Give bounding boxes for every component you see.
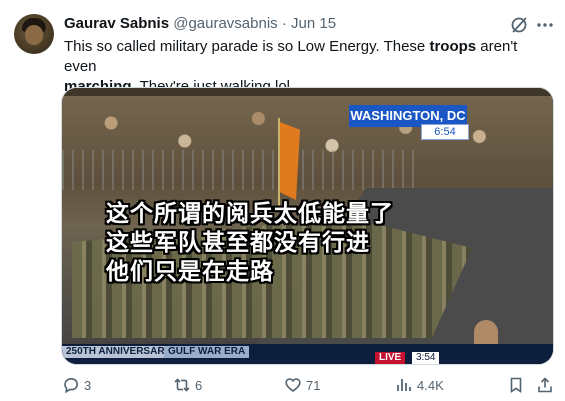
anniversary-label: 250TH ANNIVERSARY [62, 346, 175, 358]
like-button[interactable]: 71 [284, 373, 320, 397]
post-date[interactable]: Jun 15 [291, 15, 336, 32]
separator-dot: · [281, 15, 287, 32]
subtitle-line: 他们只是在走路 [106, 259, 274, 285]
repost-count: 6 [195, 377, 203, 393]
post-text-part: This so called military parade is so Low… [64, 38, 430, 55]
flagpole [278, 118, 280, 208]
reply-count: 3 [84, 377, 92, 393]
bookmark-button[interactable] [507, 373, 529, 397]
action-bar: 3 6 71 4.4K [0, 373, 565, 397]
bookmark-icon [510, 377, 522, 394]
post-header: Gaurav Sabnis @gauravsabnis · Jun 15 [64, 15, 336, 32]
repost-icon [174, 378, 190, 392]
grok-icon[interactable] [510, 16, 528, 34]
avatar-face [25, 25, 43, 45]
post-text-bold: troops [429, 38, 477, 55]
avatar[interactable] [14, 14, 54, 54]
views-button[interactable]: 4.4K [395, 373, 444, 397]
like-count: 71 [306, 377, 321, 393]
subtitle-line: 这些军队甚至都没有行进 [106, 230, 370, 256]
more-icon[interactable] [535, 16, 555, 34]
reply-icon [64, 377, 79, 394]
reply-button[interactable]: 3 [62, 373, 91, 397]
media-video[interactable]: WASHINGTON, DC 6:54 这个所谓的阅兵太低能量了 这些军队甚至都… [61, 87, 554, 365]
live-badge: LIVE [375, 352, 406, 364]
fence [62, 150, 422, 190]
author-handle[interactable]: @gauravsabnis [173, 15, 277, 32]
views-icon [397, 379, 411, 391]
repost-button[interactable]: 6 [173, 373, 202, 397]
share-icon [538, 377, 552, 393]
views-count: 4.4K [417, 377, 444, 393]
event-label: GULF WAR ERA [164, 346, 250, 358]
live-time: 3:54 [412, 352, 440, 364]
subtitle-line: 这个所谓的阅兵太低能量了 [106, 201, 394, 227]
share-button[interactable] [536, 373, 558, 397]
like-icon [285, 378, 301, 393]
author-name[interactable]: Gaurav Sabnis [64, 15, 169, 32]
subtitle-overlay: 这个所谓的阅兵太低能量了 这些军队甚至都没有行进 他们只是在走路 [106, 200, 506, 287]
time-tag: 6:54 [421, 124, 469, 140]
